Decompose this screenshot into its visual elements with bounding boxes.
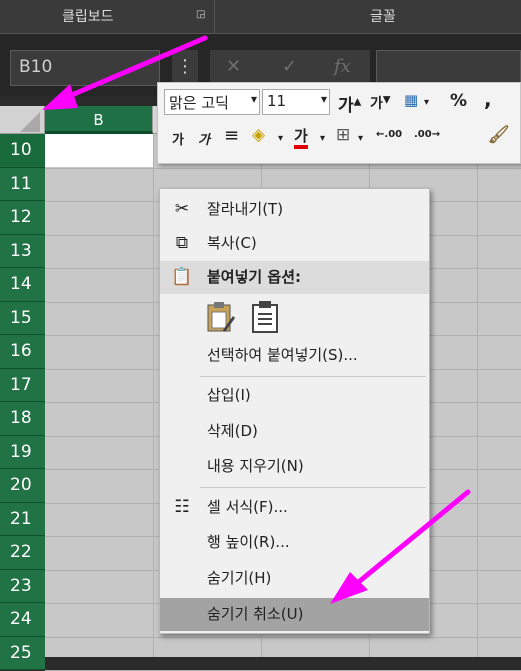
menu-item-insert[interactable]: 삽입(I)	[160, 379, 429, 412]
menu-item-label: 선택하여 붙여넣기(S)...	[207, 346, 358, 364]
comma-style-button[interactable]: ,	[484, 87, 492, 111]
active-cell-b10[interactable]	[45, 134, 153, 167]
menu-item-label: 잘라내기(T)	[207, 200, 284, 218]
chevron-down-icon[interactable]: ▾	[358, 133, 363, 144]
font-size-value: 11	[267, 92, 287, 110]
row-header-12[interactable]: 12	[0, 201, 45, 235]
menu-separator	[200, 487, 426, 488]
row-header-22[interactable]: 22	[0, 536, 45, 570]
paste-button[interactable]	[205, 300, 235, 334]
insert-function-icon[interactable]: fx	[334, 56, 351, 77]
chevron-down-icon[interactable]: ▾	[278, 133, 283, 144]
font-name-value: 맑은 고딕	[169, 94, 229, 112]
menu-item-label: 내용 지우기(N)	[207, 457, 304, 475]
shrink-font-glyph: 가	[370, 96, 383, 112]
menu-item-row-height[interactable]: 행 높이(R)...	[160, 526, 429, 559]
increase-decimal-button[interactable]: ←.00	[376, 129, 402, 140]
row-header-24[interactable]: 24	[0, 603, 45, 637]
menu-item-label: 삭제(D)	[207, 422, 258, 440]
italic-button[interactable]: 가	[198, 129, 210, 148]
chevron-down-icon[interactable]: ▾	[320, 133, 325, 144]
menu-item-label: 숨기기 취소(U)	[207, 605, 304, 623]
row-header-25[interactable]: 25	[0, 636, 45, 670]
menu-item-label: 셀 서식(F)...	[207, 498, 288, 516]
row-header-16[interactable]: 16	[0, 335, 45, 369]
menu-separator	[200, 376, 426, 377]
increase-decimal-label: .00	[384, 129, 403, 140]
menu-item-label: 숨기기(H)	[207, 569, 272, 587]
mini-toolbar: 맑은 고딕 ▾ 11 ▾ 가▲ 가▼ ▦ ▾ % , 가 가 ≡ ◈ ▾ 가 ▾ ⊞…	[157, 82, 521, 164]
ribbon-group-labels: 클립보드 ◲ 글꼴	[0, 0, 521, 34]
grow-font-glyph: 가	[338, 96, 354, 116]
clipboard-dialog-launcher-icon[interactable]: ◲	[196, 10, 206, 20]
row-header-13[interactable]: 13	[0, 234, 45, 268]
clipboard-icon	[252, 301, 278, 333]
font-size-combobox[interactable]: 11 ▾	[262, 89, 330, 115]
grid-line	[45, 636, 521, 638]
paste-icon: 📋	[171, 267, 193, 287]
menu-item-paste-special[interactable]: 선택하여 붙여넣기(S)...	[160, 339, 429, 372]
font-color-button[interactable]: 가	[294, 127, 308, 149]
row-header-19[interactable]: 19	[0, 435, 45, 469]
name-box[interactable]: B10	[10, 50, 160, 86]
borders-icon[interactable]: ⊞	[336, 125, 350, 145]
font-name-combobox[interactable]: 맑은 고딕 ▾	[164, 89, 260, 115]
copy-icon: ⧉	[175, 233, 189, 253]
grid-line	[477, 134, 478, 657]
more-options-icon[interactable]: ⋮	[172, 50, 198, 86]
paste-values-button[interactable]	[250, 300, 280, 334]
menu-section-paste-options: 📋 붙여넣기 옵션:	[160, 261, 429, 294]
name-box-value: B10	[19, 57, 53, 77]
menu-item-label: 행 높이(R)...	[207, 533, 290, 551]
paste-icon	[207, 302, 235, 332]
align-center-icon[interactable]: ≡	[224, 125, 239, 146]
bold-button[interactable]: 가	[172, 129, 184, 148]
menu-item-label: 복사(C)	[207, 234, 257, 252]
chevron-down-icon[interactable]: ▾	[424, 97, 429, 108]
menu-item-clear-contents[interactable]: 내용 지우기(N)	[160, 450, 429, 483]
menu-item-format-cells[interactable]: ☷ 셀 서식(F)...	[160, 491, 429, 524]
row-header-17[interactable]: 17	[0, 368, 45, 402]
chevron-down-icon[interactable]: ▾	[321, 92, 327, 106]
formula-input[interactable]	[376, 50, 521, 86]
menu-item-unhide[interactable]: 숨기기 취소(U)	[160, 598, 429, 631]
row-header-20[interactable]: 20	[0, 469, 45, 503]
formula-buttons: ✕ ✓ fx	[210, 50, 370, 86]
row-header-14[interactable]: 14	[0, 268, 45, 302]
font-group-label: 글꼴	[370, 9, 396, 25]
clipboard-group-label: 클립보드	[62, 9, 114, 25]
grid-line	[153, 134, 154, 657]
decrease-decimal-button[interactable]: .00→	[414, 129, 440, 140]
row-header-23[interactable]: 23	[0, 569, 45, 603]
grid-line	[45, 167, 521, 169]
menu-item-hide[interactable]: 숨기기(H)	[160, 562, 429, 595]
row-header-15[interactable]: 15	[0, 301, 45, 335]
row-header-10[interactable]: 10	[0, 134, 45, 168]
row-header-21[interactable]: 21	[0, 502, 45, 536]
ribbon-separator	[214, 0, 215, 34]
chevron-down-icon[interactable]: ▾	[251, 92, 257, 106]
fill-color-icon[interactable]: ◈	[252, 125, 265, 145]
cancel-icon[interactable]: ✕	[226, 56, 241, 77]
scissors-icon: ✂	[174, 199, 190, 219]
column-header-b[interactable]: B	[45, 106, 153, 134]
format-painter-icon[interactable]: 🖌	[488, 125, 510, 145]
menu-item-label: 삽입(I)	[207, 386, 251, 404]
context-menu: ✂ 잘라내기(T) ⧉ 복사(C) 📋 붙여넣기 옵션: 선택하여 붙여넣기(S…	[159, 188, 430, 634]
row-header-11[interactable]: 11	[0, 167, 45, 201]
menu-item-copy[interactable]: ⧉ 복사(C)	[160, 227, 429, 260]
accounting-format-icon[interactable]: ▦	[404, 91, 418, 109]
select-all-triangle-icon	[20, 112, 40, 132]
grow-font-button[interactable]: 가▲	[338, 91, 361, 116]
decrease-decimal-label: .00	[414, 129, 432, 140]
percent-style-button[interactable]: %	[450, 91, 467, 111]
shrink-font-button[interactable]: 가▼	[370, 93, 391, 113]
format-cells-icon: ☷	[174, 497, 190, 517]
enter-icon[interactable]: ✓	[282, 56, 297, 77]
menu-item-label: 붙여넣기 옵션:	[207, 268, 302, 286]
menu-item-cut[interactable]: ✂ 잘라내기(T)	[160, 193, 429, 226]
row-header-18[interactable]: 18	[0, 402, 45, 436]
column-label: B	[93, 111, 104, 129]
menu-item-delete[interactable]: 삭제(D)	[160, 415, 429, 448]
